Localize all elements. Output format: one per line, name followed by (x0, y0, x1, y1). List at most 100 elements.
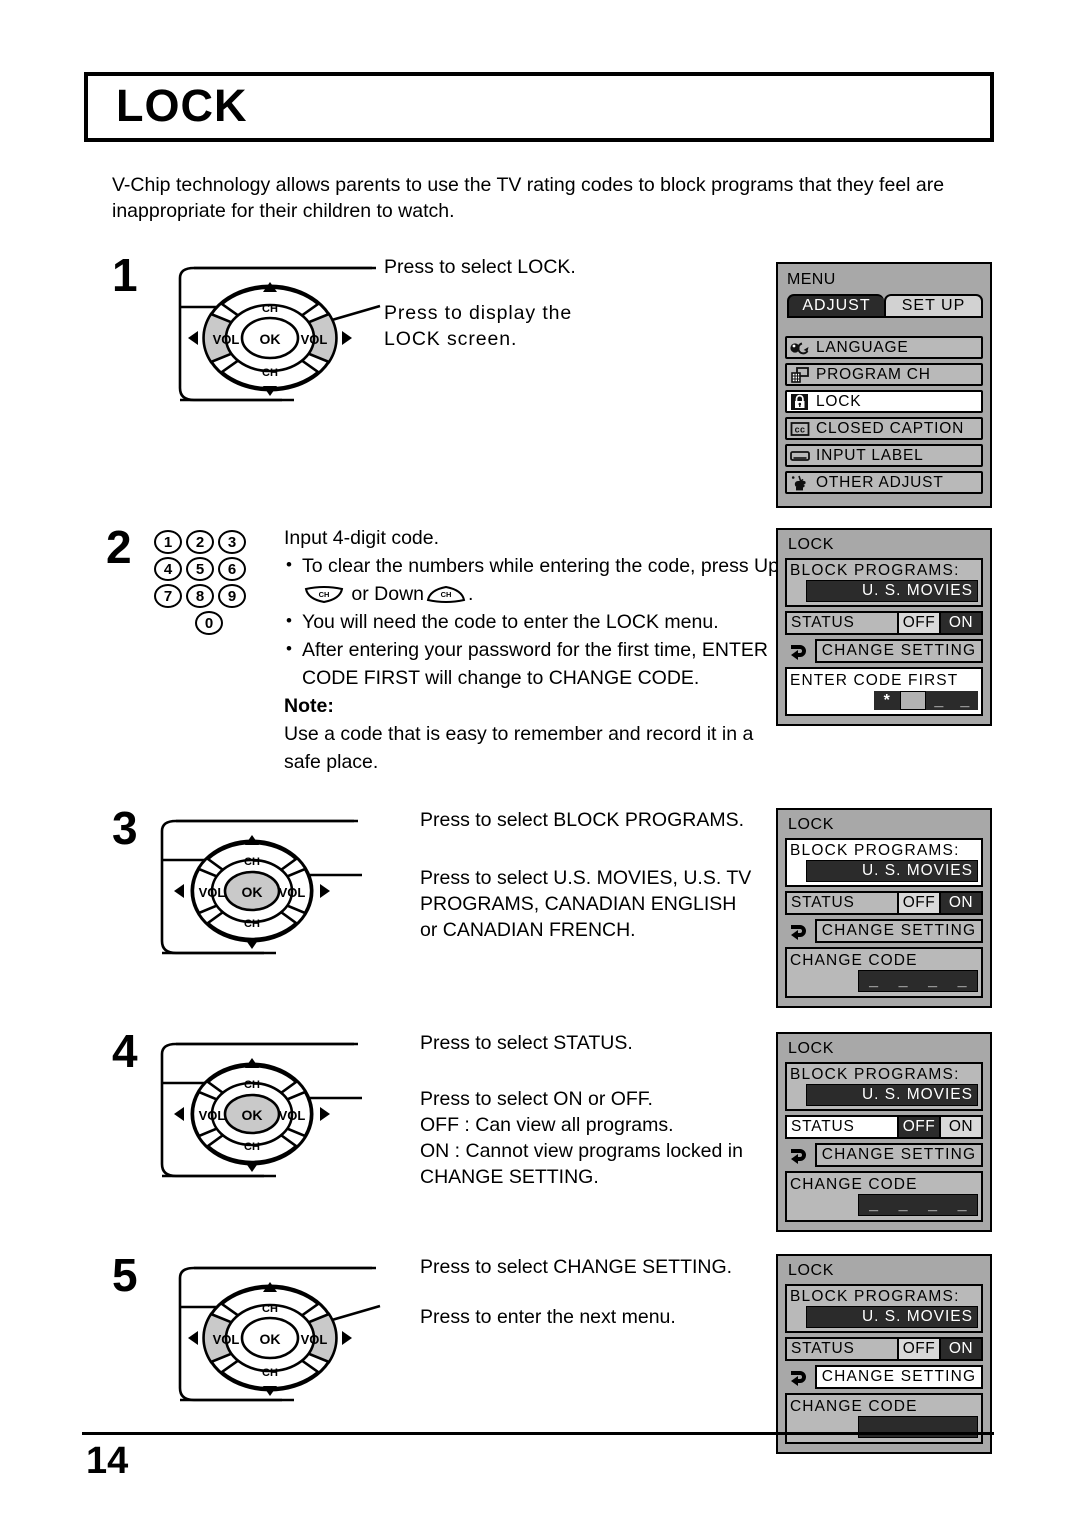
input-label-icon (790, 450, 810, 461)
menu-title: MENU (787, 271, 836, 288)
block-programs-row[interactable]: BLOCK PROGRAMS: U. S. MOVIES (785, 1284, 983, 1333)
key-3[interactable]: 3 (218, 530, 246, 554)
menu-item-language[interactable]: LANGUAGE (785, 336, 983, 359)
key-1[interactable]: 1 (154, 530, 182, 554)
menu-item-label: PROGRAM CH (816, 365, 931, 383)
other-adjust-icon (791, 475, 806, 490)
block-programs-value: U. S. MOVIES (806, 1306, 978, 1328)
svg-text:VOL: VOL (213, 332, 240, 347)
code-digit-1: _ (869, 1418, 879, 1435)
keypad-row: 0 (154, 611, 266, 635)
status-row[interactable]: STATUS OFF ON (785, 891, 983, 915)
step-number: 5 (112, 1249, 138, 1301)
lock-screen-step2[interactable]: LOCK BLOCK PROGRAMS: U. S. MOVIES STATUS… (776, 528, 992, 726)
navpad-svg: OK VOL VOL CH CH (160, 819, 362, 955)
menu-item-input-label[interactable]: INPUT LABEL (785, 444, 983, 467)
remote-keypad[interactable]: 1 2 3 4 5 6 7 8 9 0 (154, 530, 266, 638)
menu-item-closed-caption[interactable]: cc CLOSED CAPTION (785, 417, 983, 440)
block-programs-label: BLOCK PROGRAMS: (790, 842, 960, 859)
block-programs-row[interactable]: BLOCK PROGRAMS: U. S. MOVIES (785, 1062, 983, 1111)
tab-adjust[interactable]: ADJUST (787, 294, 884, 318)
change-code-box[interactable]: CHANGE CODE _ _ _ _ (785, 1171, 983, 1222)
key-8[interactable]: 8 (186, 584, 214, 608)
key-9[interactable]: 9 (218, 584, 246, 608)
note-label: Note: (284, 695, 334, 717)
status-off-option[interactable]: OFF (897, 613, 939, 633)
status-off-option[interactable]: OFF (897, 1117, 939, 1137)
status-label: STATUS (791, 894, 855, 911)
ch-up-icon: CH (304, 583, 344, 604)
status-row[interactable]: STATUS OFF ON (785, 1115, 983, 1139)
change-setting-row[interactable]: CHANGE SETTING (785, 639, 983, 663)
remote-navpad-3[interactable]: OK VOL VOL CH CH (144, 813, 364, 988)
svg-text:CH: CH (319, 590, 330, 599)
menu-item-label: LOCK (816, 392, 862, 410)
menu-item-label: INPUT LABEL (816, 446, 924, 464)
status-on-option[interactable]: ON (939, 1117, 981, 1137)
status-off-option[interactable]: OFF (897, 893, 939, 913)
block-programs-row[interactable]: BLOCK PROGRAMS: U. S. MOVIES (785, 558, 983, 607)
key-5[interactable]: 5 (186, 557, 214, 581)
block-programs-row[interactable]: BLOCK PROGRAMS: U. S. MOVIES (785, 838, 983, 887)
bullet-clear-numbers: To clear the numbers while entering the … (284, 551, 784, 608)
change-code-label: CHANGE CODE (790, 1398, 918, 1415)
change-code-label: CHANGE CODE (790, 952, 918, 969)
svg-text:VOL: VOL (199, 1108, 226, 1123)
menu-item-program-ch[interactable]: PROGRAM CH (785, 363, 983, 386)
remote-navpad-1[interactable]: OK VOL VOL CH CH (162, 260, 382, 425)
lock-screen-step3[interactable]: LOCK BLOCK PROGRAMS: U. S. MOVIES STATUS… (776, 808, 992, 1008)
status-row[interactable]: STATUS OFF ON (785, 1337, 983, 1361)
menu-screen[interactable]: MENU ADJUST SET UP LANGUAGE PROGRAM CH L… (776, 262, 992, 508)
status-row[interactable]: STATUS OFF ON (785, 611, 983, 635)
menu-item-other-adjust[interactable]: OTHER ADJUST (785, 471, 983, 494)
status-off-option[interactable]: OFF (897, 1339, 939, 1359)
remote-navpad-4[interactable]: OK VOL VOL CH CH (144, 1036, 364, 1211)
code-digit-3: _ (926, 691, 952, 710)
change-setting-row[interactable]: CHANGE SETTING (785, 1143, 983, 1167)
remote-navpad-5[interactable]: OK VOL VOL CH CH (162, 1260, 382, 1425)
code-digit-1: _ (869, 1196, 879, 1213)
menu-item-lock[interactable]: LOCK (785, 390, 983, 413)
status-on-option[interactable]: ON (939, 1339, 981, 1359)
change-setting-row[interactable]: CHANGE SETTING (785, 1365, 983, 1389)
language-icon (790, 342, 809, 354)
change-code-box[interactable]: CHANGE CODE _ _ _ _ (785, 1393, 983, 1444)
page-title: LOCK (116, 79, 248, 131)
key-7[interactable]: 7 (154, 584, 182, 608)
svg-text:VOL: VOL (213, 1332, 240, 1347)
change-setting-button[interactable]: CHANGE SETTING (815, 1143, 983, 1167)
block-programs-value: U. S. MOVIES (806, 580, 978, 602)
svg-text:VOL: VOL (279, 885, 306, 900)
enter-code-first-label: ENTER CODE FIRST (790, 672, 959, 689)
status-label: STATUS (791, 1340, 855, 1357)
key-6[interactable]: 6 (218, 557, 246, 581)
svg-text:CH: CH (262, 303, 278, 315)
ch-down-icon: CH (426, 583, 466, 603)
code-digit-2-cursor (900, 691, 926, 710)
step-number: 4 (112, 1025, 138, 1077)
key-4[interactable]: 4 (154, 557, 182, 581)
code-digit-4: _ (957, 1196, 967, 1213)
enter-code-first-box[interactable]: ENTER CODE FIRST * _ _ (785, 667, 983, 716)
change-setting-row[interactable]: CHANGE SETTING (785, 919, 983, 943)
status-on-option[interactable]: ON (939, 893, 981, 913)
lock-screen-step5[interactable]: LOCK BLOCK PROGRAMS: U. S. MOVIES STATUS… (776, 1254, 992, 1454)
change-code-box[interactable]: CHANGE CODE _ _ _ _ (785, 947, 983, 998)
step-1: 1 OK VOL VOL CH CH Press to select LOCK.… (112, 252, 772, 422)
program-ch-icon (791, 366, 809, 383)
change-setting-button[interactable]: CHANGE SETTING (815, 639, 983, 663)
lock-screen-step4[interactable]: LOCK BLOCK PROGRAMS: U. S. MOVIES STATUS… (776, 1032, 992, 1232)
code-digit-1: * (874, 691, 900, 710)
change-setting-button[interactable]: CHANGE SETTING (815, 1365, 983, 1389)
svg-text:OK: OK (242, 884, 263, 900)
block-programs-label: BLOCK PROGRAMS: (790, 1288, 960, 1305)
enter-arrow-icon (785, 921, 815, 941)
status-on-option[interactable]: ON (939, 613, 981, 633)
key-2[interactable]: 2 (186, 530, 214, 554)
menu-tabs: ADJUST SET UP (787, 294, 983, 318)
change-setting-button[interactable]: CHANGE SETTING (815, 919, 983, 943)
key-0[interactable]: 0 (195, 611, 223, 635)
bullet-change-code: After entering your password for the fir… (284, 635, 782, 692)
svg-text:CH: CH (262, 1367, 278, 1379)
tab-set-up[interactable]: SET UP (884, 294, 983, 318)
